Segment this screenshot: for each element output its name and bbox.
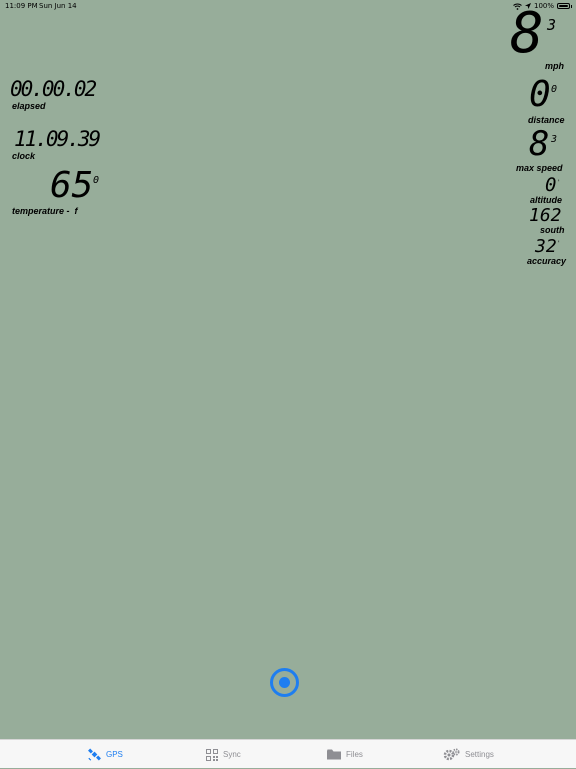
tab-gps-label: GPS bbox=[106, 750, 123, 759]
tab-sync[interactable]: Sync bbox=[206, 740, 241, 769]
tab-gps[interactable]: GPS bbox=[88, 740, 123, 769]
distance-value: 0 bbox=[529, 74, 551, 115]
status-date: Sun Jun 14 bbox=[39, 2, 77, 10]
altitude-value: 0 bbox=[545, 174, 557, 196]
speed-tenths: 3 bbox=[547, 16, 557, 34]
tab-files-label: Files bbox=[346, 750, 363, 759]
accuracy-label: accuracy bbox=[527, 256, 567, 266]
heading-decimal-mark: ' bbox=[557, 209, 561, 216]
tab-files[interactable]: Files bbox=[327, 740, 363, 769]
distance-tenths: 0 bbox=[551, 84, 558, 95]
battery-icon bbox=[557, 3, 572, 9]
temperature-label: temperature - f bbox=[12, 206, 78, 216]
elapsed-label: elapsed bbox=[12, 101, 46, 111]
speed-unit-label: mph bbox=[545, 61, 564, 71]
tab-settings-label: Settings bbox=[465, 750, 494, 759]
clock-label: clock bbox=[12, 151, 36, 161]
heading-label: south bbox=[540, 225, 565, 235]
clock-value: 11.09.39 bbox=[14, 127, 101, 151]
gps-record-button[interactable] bbox=[270, 668, 299, 697]
temperature-tenths: 0 bbox=[93, 175, 100, 186]
record-dot-icon bbox=[279, 677, 290, 688]
folder-icon bbox=[327, 749, 341, 760]
max-speed-value: 8 bbox=[529, 124, 550, 164]
temperature-value: 65 bbox=[50, 165, 94, 206]
accuracy-value: 32 bbox=[535, 236, 557, 257]
max-speed-label: max speed bbox=[516, 163, 563, 173]
tab-bar: GPS Sync Files Settings bbox=[0, 739, 576, 768]
max-speed-tenths: 3 bbox=[551, 134, 558, 145]
elapsed-value: 00.00.02 bbox=[10, 77, 97, 101]
altitude-decimal-mark: ' bbox=[557, 179, 561, 186]
tab-sync-label: Sync bbox=[223, 750, 241, 759]
status-bar: 11:09 PM Sun Jun 14 100% bbox=[0, 0, 576, 12]
altitude-label: altitude bbox=[530, 195, 563, 205]
qr-code-icon bbox=[206, 748, 218, 761]
speed-value: 8 bbox=[510, 1, 544, 66]
tab-settings[interactable]: Settings bbox=[443, 740, 494, 769]
satellite-icon bbox=[88, 748, 101, 761]
accuracy-decimal-mark: ' bbox=[557, 240, 561, 247]
gear-icon bbox=[443, 748, 460, 761]
status-time: 11:09 PM bbox=[5, 2, 38, 10]
